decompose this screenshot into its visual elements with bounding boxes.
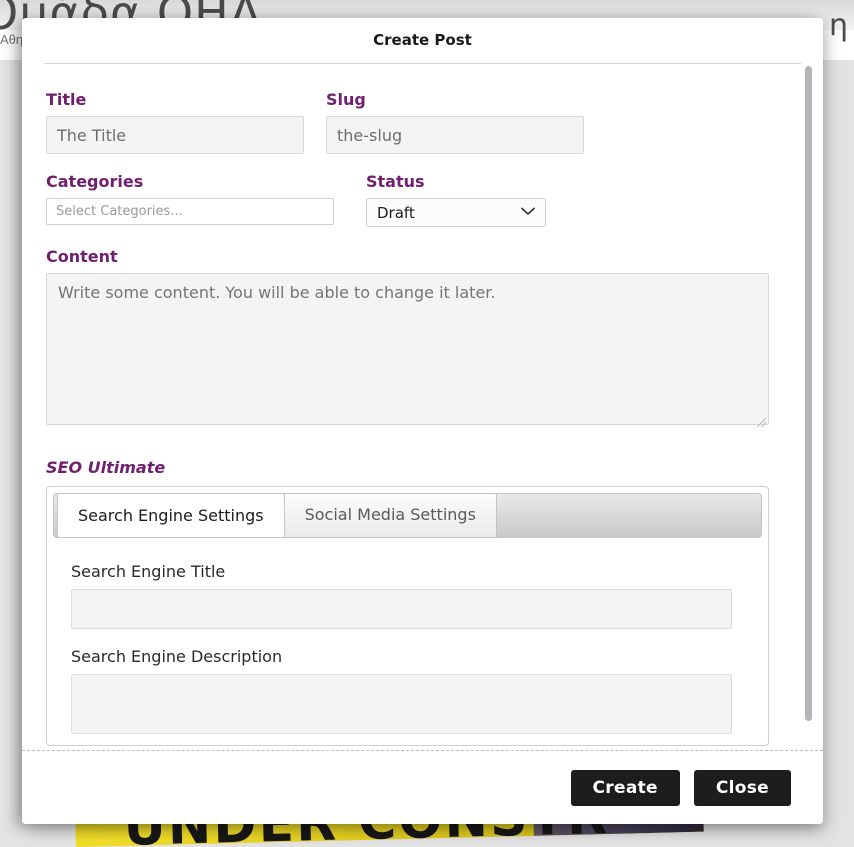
title-field-group: Title xyxy=(46,90,304,154)
status-select[interactable]: Draft xyxy=(366,198,546,227)
tab-social-media-settings-label: Social Media Settings xyxy=(305,505,476,524)
modal-scrollbar-track[interactable] xyxy=(805,64,813,750)
search-engine-description-textarea[interactable] xyxy=(71,674,732,734)
search-engine-title-input[interactable] xyxy=(71,589,732,629)
content-field-group: Content xyxy=(46,247,793,430)
modal-title: Create Post xyxy=(22,30,823,50)
create-button[interactable]: Create xyxy=(571,770,680,806)
categories-label: Categories xyxy=(46,172,334,191)
modal-header: Create Post xyxy=(22,18,823,64)
slug-field-group: Slug xyxy=(326,90,584,154)
seo-section-heading: SEO Ultimate xyxy=(46,458,793,477)
background-right-text-fragment: η xyxy=(829,8,848,43)
modal-scroll-region: Title Slug Categories Select Categories.… xyxy=(22,64,823,750)
background-site-subtitle: Αθη xyxy=(0,32,23,47)
close-button[interactable]: Close xyxy=(694,770,791,806)
modal-scrollbar-thumb[interactable] xyxy=(805,66,812,721)
search-engine-description-label: Search Engine Description xyxy=(71,647,744,666)
modal-footer: Create Close xyxy=(22,750,823,824)
categories-field-group: Categories Select Categories... xyxy=(46,172,334,227)
categories-status-row: Categories Select Categories... Status D… xyxy=(46,172,793,227)
title-label: Title xyxy=(46,90,304,109)
status-field-group: Status Draft xyxy=(366,172,546,227)
modal-form: Title Slug Categories Select Categories.… xyxy=(22,64,823,750)
status-label: Status xyxy=(366,172,546,191)
status-selected-value: Draft xyxy=(377,204,415,222)
seo-tabpanel-search-engine: Search Engine Title Search Engine Descri… xyxy=(53,538,762,745)
chevron-down-icon xyxy=(521,207,535,218)
form-bottom-spacer xyxy=(46,746,793,750)
title-input[interactable] xyxy=(46,116,304,154)
slug-label: Slug xyxy=(326,90,584,109)
content-textarea[interactable] xyxy=(46,273,769,425)
title-slug-row: Title Slug xyxy=(46,90,793,154)
tab-search-engine-settings[interactable]: Search Engine Settings xyxy=(57,493,285,537)
content-textarea-wrapper xyxy=(46,273,769,430)
search-engine-title-label: Search Engine Title xyxy=(71,562,744,581)
seo-panel-container: Search Engine Settings Social Media Sett… xyxy=(46,486,769,746)
tab-social-media-settings[interactable]: Social Media Settings xyxy=(285,493,497,537)
create-post-modal: Create Post Title Slug Categories xyxy=(22,18,823,824)
slug-input[interactable] xyxy=(326,116,584,154)
seo-tablist: Search Engine Settings Social Media Sett… xyxy=(53,493,762,538)
categories-input[interactable]: Select Categories... xyxy=(46,198,334,225)
categories-placeholder: Select Categories... xyxy=(56,204,183,219)
tab-search-engine-settings-label: Search Engine Settings xyxy=(78,506,264,525)
content-label: Content xyxy=(46,247,793,266)
